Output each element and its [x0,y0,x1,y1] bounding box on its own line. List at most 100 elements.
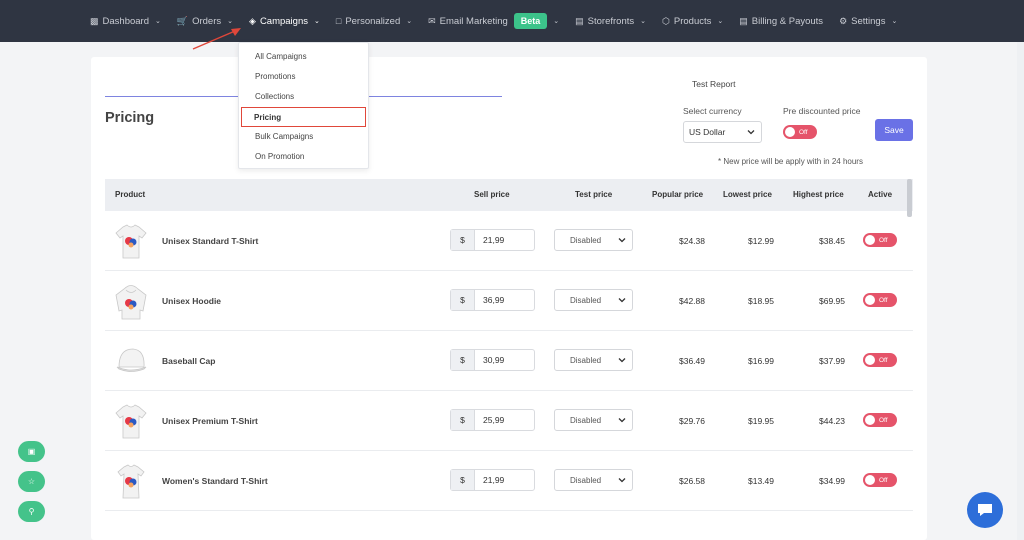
top-navigation: ▩ Dashboard ⌄ 🛒 Orders ⌄ ◈ Campaigns ⌄ □… [0,0,1024,42]
fab-star-button[interactable]: ☆ [18,471,45,492]
fab-trophy-button[interactable]: ⚲ [18,501,45,522]
chevron-down-icon [747,130,755,135]
bar-chart-icon: ▩ [90,15,99,26]
chevron-down-icon: ⌄ [406,18,413,25]
prediscount-toggle-label: Off [799,128,808,136]
chat-button[interactable] [967,492,1003,528]
test-price-select[interactable]: Disabled [554,409,633,431]
active-toggle[interactable]: Off [863,413,897,427]
test-price-select[interactable]: Disabled [554,229,633,251]
table-row: Unisex Premium T-Shirt $ 25,99 Disabled … [105,391,913,451]
nav-dashboard[interactable]: ▩ Dashboard ⌄ [90,0,161,42]
sell-price-value[interactable]: 21,99 [475,470,534,490]
star-icon: ☆ [27,477,36,486]
billing-icon: ▤ [739,15,748,26]
table-row: Unisex Standard T-Shirt $ 21,99 Disabled… [105,211,913,271]
pointer-arrow-icon [192,28,241,50]
tab-test-report[interactable]: Test Report [692,79,735,89]
tshirt-thumbnail [115,404,147,439]
sell-price-input[interactable]: $ 21,99 [450,469,535,491]
active-toggle[interactable]: Off [863,233,897,247]
hoodie-thumbnail [115,285,147,320]
trophy-icon: ⚲ [28,507,35,516]
cart-icon: 🛒 [176,15,189,26]
lowest-price: $13.49 [748,476,774,486]
test-price-select[interactable]: Disabled [554,289,633,311]
table-header: Product Sell price Test price Popular pr… [105,179,913,211]
currency-select[interactable]: US Dollar [683,121,762,143]
sell-price-value[interactable]: 25,99 [475,410,534,430]
nav-dashboard-label: Dashboard [102,15,149,27]
chevron-down-icon: ⌄ [155,18,161,25]
chevron-down-icon [618,358,626,363]
menu-item-collections[interactable]: Collections [241,87,366,107]
header-highest-price: Highest price [793,190,844,199]
lowest-price: $19.95 [748,416,774,426]
active-toggle[interactable]: Off [863,473,897,487]
sell-price-input[interactable]: $ 36,99 [450,289,535,311]
chevron-down-icon [618,418,626,423]
test-price-value: Disabled [570,475,602,485]
sell-price-input[interactable]: $ 21,99 [450,229,535,251]
nav-storefronts[interactable]: ▤ Storefronts ⌄ [575,0,646,42]
tshirt-women-thumbnail [117,464,145,499]
product-name: Unisex Standard T-Shirt [162,236,259,246]
nav-campaigns[interactable]: ◈ Campaigns ⌄ [249,0,320,42]
toggle-knob [785,127,795,137]
fab-grid-button[interactable]: ▣ [18,441,45,462]
popular-price: $26.58 [679,476,705,486]
toggle-knob [865,355,875,365]
mail-icon: ✉ [428,15,436,26]
nav-products-label: Products [673,15,712,27]
active-toggle-label: Off [879,296,888,304]
tshirt-thumbnail [115,224,147,259]
active-toggle-label: Off [879,356,888,364]
currency-label: Select currency [683,106,742,116]
nav-settings[interactable]: ⚙ Settings ⌄ [839,0,897,42]
nav-billing-label: Billing & Payouts [751,15,824,27]
header-popular-price: Popular price [652,190,704,199]
nav-personalized[interactable]: □ Personalized ⌄ [336,0,412,42]
nav-orders-label: Orders [192,15,222,27]
header-sell-price: Sell price [474,190,510,199]
menu-item-on-promotion[interactable]: On Promotion [241,147,366,167]
sell-price-value[interactable]: 36,99 [475,290,534,310]
table-scrollbar[interactable] [907,179,912,217]
active-toggle[interactable]: Off [863,293,897,307]
header-active: Active [868,190,893,199]
sell-price-value[interactable]: 30,99 [475,350,534,370]
save-button[interactable]: Save [875,119,913,141]
nav-email-marketing-label: Email Marketing [439,15,508,27]
sell-price-value[interactable]: 21,99 [475,230,534,250]
nav-email-marketing[interactable]: ✉ Email Marketing Beta ⌄ [428,0,559,42]
test-price-select[interactable]: Disabled [554,349,633,371]
nav-products[interactable]: ⬡ Products ⌄ [662,0,723,42]
prediscount-toggle[interactable]: Off [783,125,817,139]
nav-billing-payouts[interactable]: ▤ Billing & Payouts [739,0,823,42]
menu-item-bulk-campaigns[interactable]: Bulk Campaigns [241,127,366,147]
test-price-value: Disabled [570,235,602,245]
menu-item-pricing[interactable]: Pricing [241,107,366,127]
menu-item-all-campaigns[interactable]: All Campaigns [241,47,366,67]
header-product: Product [115,190,146,199]
popular-price: $29.76 [679,416,705,426]
nav-settings-label: Settings [851,15,886,27]
grid-icon: ▣ [27,447,36,456]
active-toggle[interactable]: Off [863,353,897,367]
product-name: Women's Standard T-Shirt [162,476,268,486]
header-test-price: Test price [575,190,613,199]
pricing-card: Test Report Pricing Select currency US D… [91,57,927,540]
test-price-select[interactable]: Disabled [554,469,633,491]
prediscount-label: Pre discounted price [783,106,861,116]
table-row: Baseball Cap $ 30,99 Disabled $36.49 $16… [105,331,913,391]
test-price-value: Disabled [570,295,602,305]
menu-item-promotions[interactable]: Promotions [241,67,366,87]
sell-price-input[interactable]: $ 30,99 [450,349,535,371]
product-name: Unisex Premium T-Shirt [162,416,258,426]
currency-symbol: $ [451,410,475,430]
sell-price-input[interactable]: $ 25,99 [450,409,535,431]
currency-symbol: $ [451,290,475,310]
store-icon: ▤ [575,15,584,26]
popular-price: $42.88 [679,296,705,306]
page-scroll-track[interactable] [1017,42,1024,540]
